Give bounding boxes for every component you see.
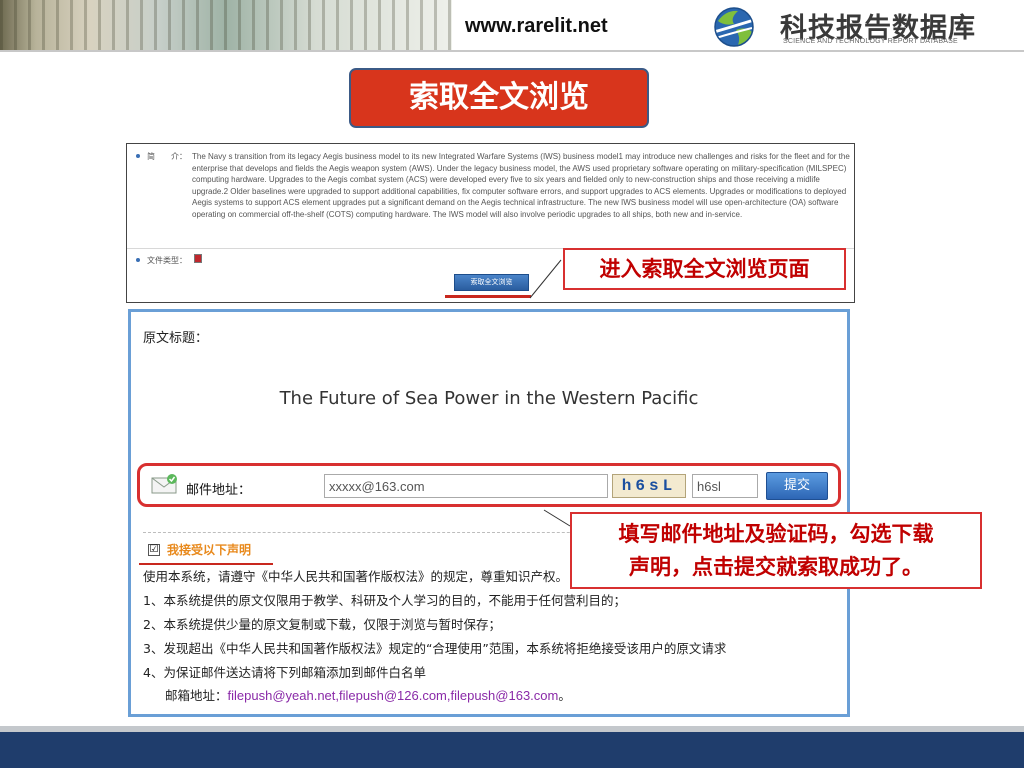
callout-line: 填写邮件地址及验证码，勾选下载 bbox=[618, 522, 934, 546]
terms-item: 2、本系统提供少量的原文复制或下载，仅限于浏览与暂时保存； bbox=[143, 614, 501, 633]
terms-item-text: 发现超出《中华人民共和国著作版权法》规定的“合理使用”范围，本系统将拒绝接受该用… bbox=[163, 641, 727, 656]
submit-button[interactable]: 提交 bbox=[766, 472, 828, 500]
mailbox-label: 邮箱地址： bbox=[165, 688, 228, 703]
bullet-dot bbox=[136, 154, 140, 158]
terms-item: 3、发现超出《中华人民共和国著作版权法》规定的“合理使用”范围，本系统将拒绝接受… bbox=[143, 638, 726, 657]
header-banner-texture bbox=[0, 0, 452, 50]
mailbox-addresses: filepush@yeah.net,filepush@126.com,filep… bbox=[227, 688, 559, 703]
highlight-underline bbox=[445, 295, 531, 298]
envelope-icon bbox=[151, 473, 179, 495]
terms-item-number: 1、 bbox=[143, 593, 164, 608]
terms-item-text: 本系统提供少量的原文复制或下载，仅限于浏览与暂时保存； bbox=[163, 617, 501, 632]
logo-title: 科技报告数据库 bbox=[780, 13, 976, 44]
logo-subtitle: SCIENCE AND TECHNOLOGY REPORT DATABASE bbox=[783, 38, 958, 45]
original-title-label: 原文标题： bbox=[143, 331, 209, 346]
terms-item-text: 为保证邮件送达请将下列邮箱添加到邮件白名单 bbox=[163, 665, 426, 680]
terms-item-number: 4、 bbox=[143, 665, 164, 680]
callout-connector-line bbox=[529, 259, 562, 299]
slide-title-banner: 索取全文浏览 bbox=[349, 68, 649, 128]
email-captcha-row: 邮件地址： h6sL 提交 bbox=[137, 463, 841, 507]
terms-item: 1、本系统提供的原文仅限用于教学、科研及个人学习的目的，不能用于任何营利目的； bbox=[143, 590, 626, 609]
terms-item-number: 2、 bbox=[143, 617, 164, 632]
captcha-input[interactable] bbox=[692, 474, 758, 498]
email-input[interactable] bbox=[324, 474, 608, 498]
site-url[interactable]: www.rarelit.net bbox=[465, 15, 655, 41]
globe-logo-icon bbox=[708, 4, 764, 50]
paper-title: The Future of Sea Power in the Western P… bbox=[279, 388, 699, 409]
captcha-image[interactable]: h6sL bbox=[612, 474, 686, 498]
terms-item-text: 本系统提供的原文仅限用于教学、科研及个人学习的目的，不能用于任何营利目的； bbox=[163, 593, 626, 608]
footer-bar bbox=[0, 732, 1024, 768]
highlight-underline bbox=[139, 563, 273, 565]
callout-connector-line bbox=[543, 509, 571, 527]
request-fulltext-button[interactable]: 索取全文浏览 bbox=[454, 274, 529, 291]
abstract-text: The Navy s transition from its legacy Ae… bbox=[192, 152, 850, 219]
callout-enter-request-page: 进入索取全文浏览页面 bbox=[563, 248, 846, 290]
abstract-label: 简 介： bbox=[147, 152, 187, 161]
bullet-dot bbox=[136, 258, 140, 262]
accept-checkbox[interactable]: ☑ bbox=[148, 544, 160, 556]
terms-item: 4、为保证邮件送达请将下列邮箱添加到邮件白名单 bbox=[143, 662, 426, 681]
terms-item-number: 3、 bbox=[143, 641, 164, 656]
callout-fill-form-instructions: 填写邮件地址及验证码，勾选下载 声明，点击提交就索取成功了。 bbox=[570, 512, 982, 589]
mailbox-end: 。 bbox=[558, 688, 571, 703]
header-divider bbox=[0, 50, 1024, 52]
terms-intro: 使用本系统，请遵守《中华人民共和国著作版权法》的规定，尊重知识产权。 bbox=[143, 569, 569, 584]
email-label: 邮件地址： bbox=[186, 483, 252, 498]
callout-line: 声明，点击提交就索取成功了。 bbox=[629, 555, 923, 579]
mailbox-line: 邮箱地址：filepush@yeah.net,filepush@126.com,… bbox=[165, 685, 571, 704]
pdf-file-icon bbox=[194, 254, 202, 263]
accept-statement-label[interactable]: 我接受以下声明 bbox=[167, 541, 297, 559]
